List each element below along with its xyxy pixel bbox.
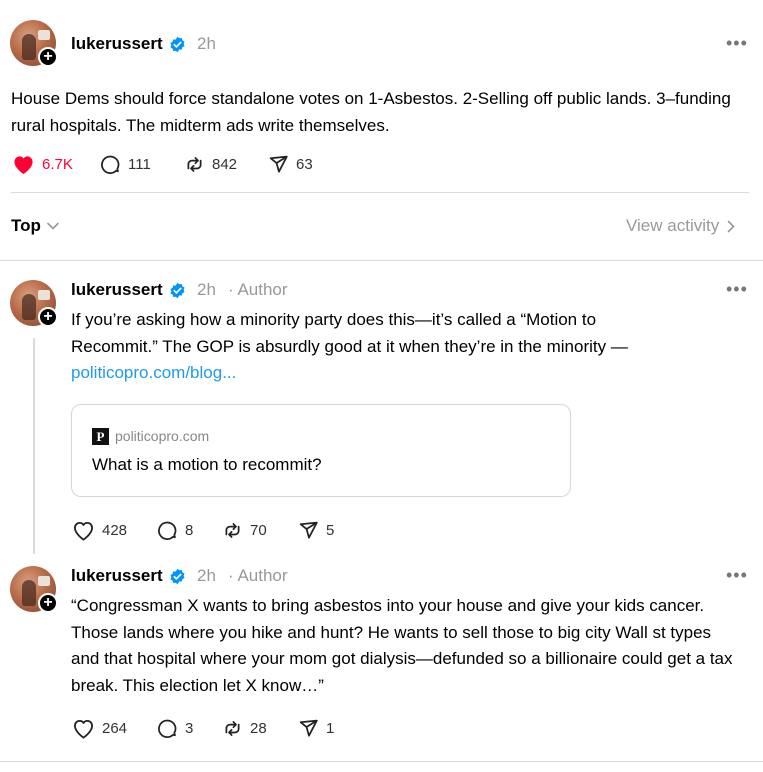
- follow-plus-icon[interactable]: +: [38, 593, 58, 613]
- share-button[interactable]: 5: [298, 520, 334, 541]
- reply-text: “Congressman X wants to bring asbestos i…: [71, 596, 733, 695]
- repost-button[interactable]: 70: [222, 520, 267, 541]
- card-title: What is a motion to recommit?: [92, 455, 322, 474]
- send-icon: [299, 521, 318, 539]
- reply-button[interactable]: 8: [157, 520, 193, 541]
- send-icon: [269, 155, 288, 173]
- more-options-icon[interactable]: •••: [726, 279, 748, 300]
- comment-icon: [158, 719, 177, 738]
- reply-count: 3: [185, 720, 194, 737]
- repost-count: 70: [250, 522, 267, 539]
- share-button[interactable]: 63: [268, 154, 313, 175]
- card-domain: politicopro.com: [115, 428, 210, 444]
- verified-badge-icon: [170, 36, 185, 53]
- verified-badge-icon: [170, 568, 185, 585]
- follow-plus-icon[interactable]: +: [38, 47, 58, 67]
- author-role: Author: [237, 280, 288, 299]
- username[interactable]: lukerussert: [71, 566, 163, 586]
- heart-icon: [74, 719, 93, 739]
- repost-count: 28: [250, 720, 267, 737]
- follow-plus-icon[interactable]: +: [38, 307, 58, 327]
- post-text: House Dems should force standalone votes…: [11, 89, 731, 135]
- like-count: 264: [102, 720, 128, 737]
- reply-text: If you’re asking how a minority party do…: [71, 307, 671, 387]
- reply-text-body: If you’re asking how a minority party do…: [71, 310, 628, 356]
- share-button[interactable]: 1: [298, 718, 334, 739]
- like-count: 6.7K: [42, 156, 73, 173]
- chevron-right-icon: [727, 220, 735, 232]
- repost-icon: [225, 523, 240, 538]
- more-options-icon[interactable]: •••: [726, 565, 748, 586]
- reply-button[interactable]: 111: [100, 154, 151, 175]
- share-count: 5: [326, 522, 335, 539]
- share-count: 1: [326, 720, 335, 737]
- repost-button[interactable]: 842: [184, 154, 237, 175]
- repost-icon: [187, 157, 202, 172]
- heart-filled-icon: [14, 156, 33, 175]
- verified-badge-icon: [170, 282, 185, 299]
- sort-label: Top: [11, 216, 41, 235]
- username[interactable]: lukerussert: [71, 280, 163, 300]
- reply-button[interactable]: 3: [157, 718, 193, 739]
- repost-button[interactable]: 28: [222, 718, 267, 739]
- view-activity-label: View activity: [626, 216, 720, 235]
- post-time: 2h: [197, 566, 216, 585]
- reply-count: 111: [128, 156, 151, 173]
- like-button[interactable]: 264: [72, 718, 127, 739]
- post-time: 2h: [197, 34, 216, 53]
- comment-icon: [101, 155, 120, 174]
- like-button[interactable]: 428: [72, 520, 127, 541]
- heart-icon: [74, 521, 93, 541]
- author-label: · Author: [228, 280, 288, 299]
- blog-link[interactable]: politicopro.com/blog...: [71, 363, 236, 382]
- like-count: 428: [102, 522, 128, 539]
- reply-count: 8: [185, 522, 194, 539]
- repost-count: 842: [212, 156, 238, 173]
- sort-dropdown[interactable]: Top: [11, 216, 59, 236]
- share-count: 63: [296, 156, 313, 173]
- like-button[interactable]: 6.7K: [12, 154, 73, 175]
- view-activity-link[interactable]: View activity: [626, 216, 735, 236]
- author-label: · Author: [228, 566, 288, 585]
- more-options-icon[interactable]: •••: [726, 33, 748, 54]
- author-role: Author: [237, 566, 288, 585]
- repost-icon: [225, 721, 240, 736]
- favicon: P: [92, 428, 109, 445]
- chevron-down-icon: [47, 222, 59, 230]
- divider: [0, 260, 763, 261]
- username[interactable]: lukerussert: [71, 34, 163, 54]
- divider: [0, 761, 763, 762]
- comment-icon: [158, 521, 177, 540]
- divider: [11, 192, 749, 193]
- send-icon: [299, 719, 318, 737]
- link-preview-card[interactable]: P politicopro.com What is a motion to re…: [71, 404, 571, 497]
- post-time: 2h: [197, 280, 216, 299]
- thread-line: [33, 338, 35, 554]
